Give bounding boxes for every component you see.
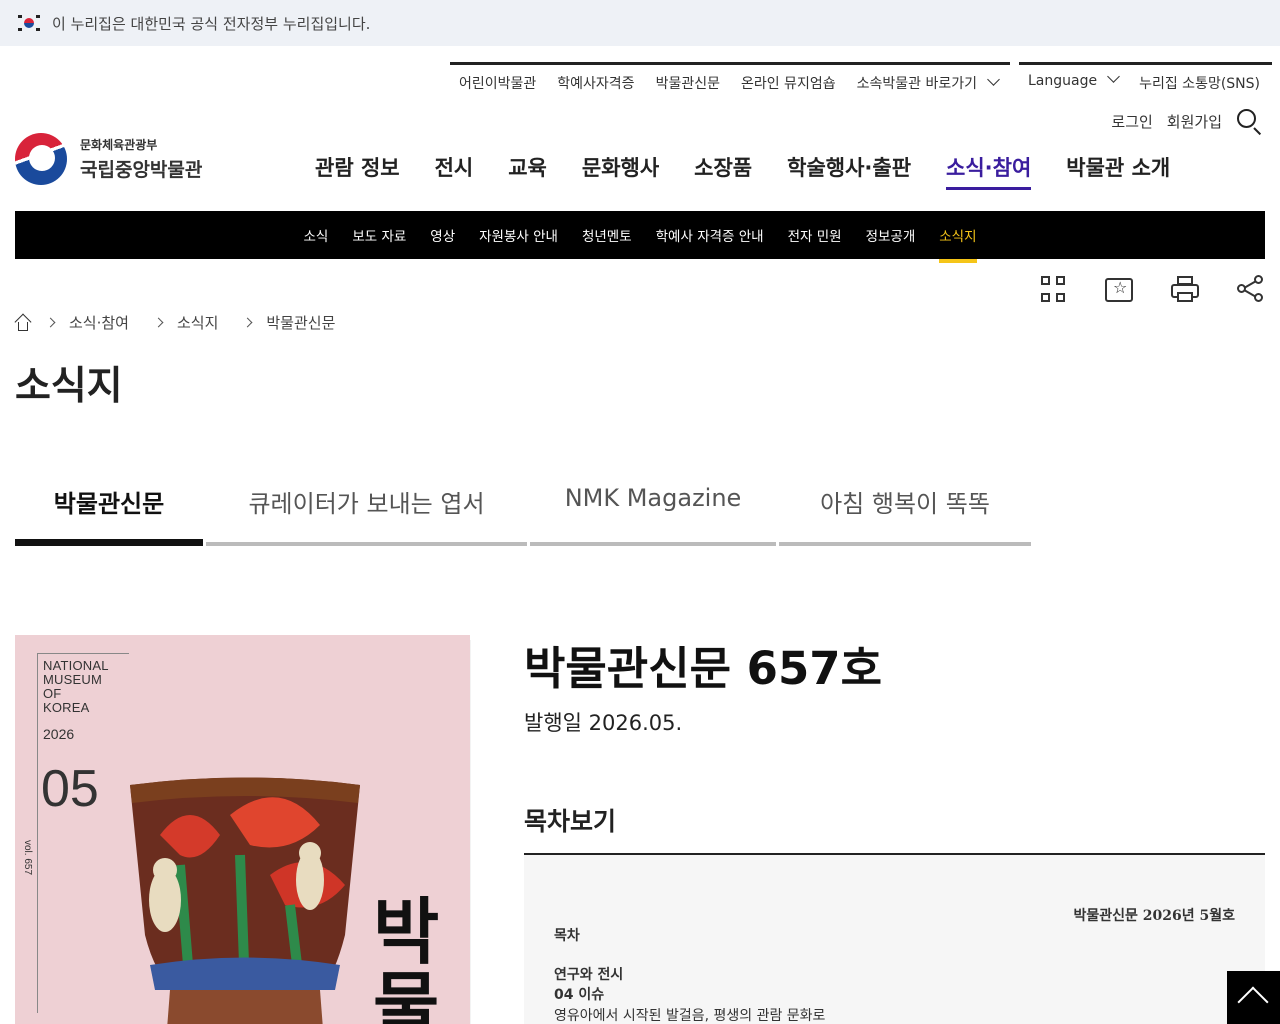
chevron-right-icon [45, 317, 56, 328]
language-select[interactable]: Language [1019, 62, 1128, 103]
toc-subsection: 04 이슈 [554, 987, 605, 1003]
subnav-youth-mentor[interactable]: 청년멘토 [570, 225, 644, 245]
tab-morning-happiness[interactable]: 아침 행복이 똑똑 [779, 478, 1031, 546]
member-links: 로그인 회원가입 [1111, 108, 1262, 136]
cover-rule-vertical [37, 653, 38, 1013]
breadcrumb-news-participation[interactable]: 소식·참여 [69, 312, 129, 333]
cover-volume: vol. 657 [22, 840, 33, 876]
subnav-curator-cert[interactable]: 학예사 자격증 안내 [644, 225, 776, 245]
toc-panel: 박물관신문 2026년 5월호 목차 연구와 전시 04 이슈 영유아에서 시작… [524, 855, 1265, 1024]
nav-collection[interactable]: 소장품 [694, 152, 752, 186]
toc-section: 연구와 전시 04 이슈 [554, 965, 623, 1005]
toc-edition: 박물관신문 2026년 5월호 [1073, 908, 1236, 924]
page-tools [1039, 274, 1265, 304]
util-link-affiliated-museums[interactable]: 소속박물관 바로가기 [847, 62, 1008, 103]
gov-banner: 이 누리집은 대한민국 공식 전자정부 누리집입니다. [0, 0, 1280, 46]
language-label: Language [1028, 73, 1098, 89]
main-nav: 관람 정보 전시 교육 문화행사 소장품 학술행사·출판 소식·참여 박물관 소… [315, 152, 1205, 190]
util-link-newspaper[interactable]: 박물관신문 [646, 62, 730, 103]
chevron-right-icon [242, 317, 253, 328]
taegeuk-logo-icon [15, 133, 67, 185]
nav-visit-info[interactable]: 관람 정보 [315, 152, 400, 186]
newsletter-tabs: 박물관신문 큐레이터가 보내는 엽서 NMK Magazine 아침 행복이 똑… [15, 478, 1034, 546]
sns-link[interactable]: 누리집 소통망(SNS) [1130, 62, 1269, 103]
toc-label: 목차 [554, 928, 580, 944]
tab-nmk-magazine[interactable]: NMK Magazine [530, 478, 776, 546]
subnav-news[interactable]: 소식 [291, 225, 340, 245]
qr-code-icon[interactable] [1039, 274, 1067, 304]
toc-section-title: 연구와 전시 [554, 967, 624, 983]
gov-banner-text: 이 누리집은 대한민국 공식 전자정부 누리집입니다. [52, 14, 371, 33]
cover-title: 박물 [373, 889, 440, 1024]
breadcrumb-museum-newspaper[interactable]: 박물관신문 [266, 312, 335, 333]
subnav-newsletter[interactable]: 소식지 [927, 225, 988, 263]
util-link-curator-cert[interactable]: 학예사자격증 [548, 62, 644, 103]
cover-brand: NATIONAL MUSEUM OF KOREA [43, 658, 109, 715]
chevron-down-icon [1107, 70, 1120, 83]
logo-title: 국립중앙박물관 [80, 159, 203, 181]
toc-article[interactable]: 영유아에서 시작된 발걸음, 평생의 관람 문화로 [554, 1005, 825, 1024]
cover-month: 05 [41, 760, 99, 818]
subnav-video[interactable]: 영상 [418, 225, 467, 245]
nav-news-participation[interactable]: 소식·참여 [946, 152, 1032, 190]
share-icon[interactable] [1237, 274, 1265, 304]
nav-exhibition[interactable]: 전시 [435, 152, 474, 186]
chevron-down-icon [987, 73, 1000, 86]
tab-curator-postcard[interactable]: 큐레이터가 보내는 엽서 [206, 478, 527, 546]
print-icon[interactable] [1171, 274, 1199, 304]
cover-image[interactable]: NATIONAL MUSEUM OF KOREA 2026 05 vol. 657 박… [15, 635, 470, 1024]
toc-heading: 목차보기 [524, 807, 617, 836]
scroll-to-top-button[interactable] [1227, 971, 1280, 1024]
subnav-e-civil[interactable]: 전자 민원 [776, 225, 854, 245]
util-link-online-shop[interactable]: 온라인 뮤지엄숍 [731, 62, 845, 103]
nav-research-publication[interactable]: 학술행사·출판 [787, 152, 911, 186]
subnav-volunteer[interactable]: 자원봉사 안내 [467, 225, 570, 245]
sub-nav: 소식 보도 자료 영상 자원봉사 안내 청년멘토 학예사 자격증 안내 전자 민… [15, 211, 1265, 263]
nav-education[interactable]: 교육 [508, 152, 547, 186]
nav-about-museum[interactable]: 박물관 소개 [1066, 152, 1170, 186]
korean-flag-icon [18, 15, 40, 31]
util-link-kids-museum[interactable]: 어린이박물관 [450, 62, 546, 103]
page-title: 소식지 [15, 364, 123, 409]
utility-nav-right: Language 누리집 소통망(SNS) [1019, 62, 1272, 103]
subnav-press[interactable]: 보도 자료 [340, 225, 418, 245]
bookmark-star-icon[interactable] [1105, 278, 1133, 302]
breadcrumb-newsletter[interactable]: 소식지 [177, 312, 218, 333]
login-link[interactable]: 로그인 [1111, 111, 1152, 132]
nav-cultural-events[interactable]: 문화행사 [582, 152, 659, 186]
cover-rule [37, 653, 129, 654]
tab-museum-newspaper[interactable]: 박물관신문 [15, 478, 203, 546]
cover-artifact-vase [130, 777, 360, 1024]
home-icon[interactable] [14, 313, 32, 331]
chevron-right-icon [153, 317, 164, 328]
affiliated-museums-label: 소속박물관 바로가기 [856, 76, 977, 92]
site-logo[interactable]: 문화체육관광부 국립중앙박물관 [15, 133, 202, 185]
issue-title: 박물관신문 657호 [524, 642, 883, 695]
search-icon[interactable] [1236, 108, 1262, 136]
publication-date: 발행일 2026.05. [524, 711, 683, 735]
logo-subtitle: 문화체육관광부 [80, 138, 158, 152]
signup-link[interactable]: 회원가입 [1167, 111, 1222, 132]
cover-year: 2026 [43, 726, 75, 742]
utility-nav: 어린이박물관 학예사자격증 박물관신문 온라인 뮤지엄숍 소속박물관 바로가기 [450, 62, 1010, 103]
breadcrumb: 소식·참여 소식지 박물관신문 [14, 312, 335, 333]
subnav-disclosure[interactable]: 정보공개 [854, 225, 928, 245]
